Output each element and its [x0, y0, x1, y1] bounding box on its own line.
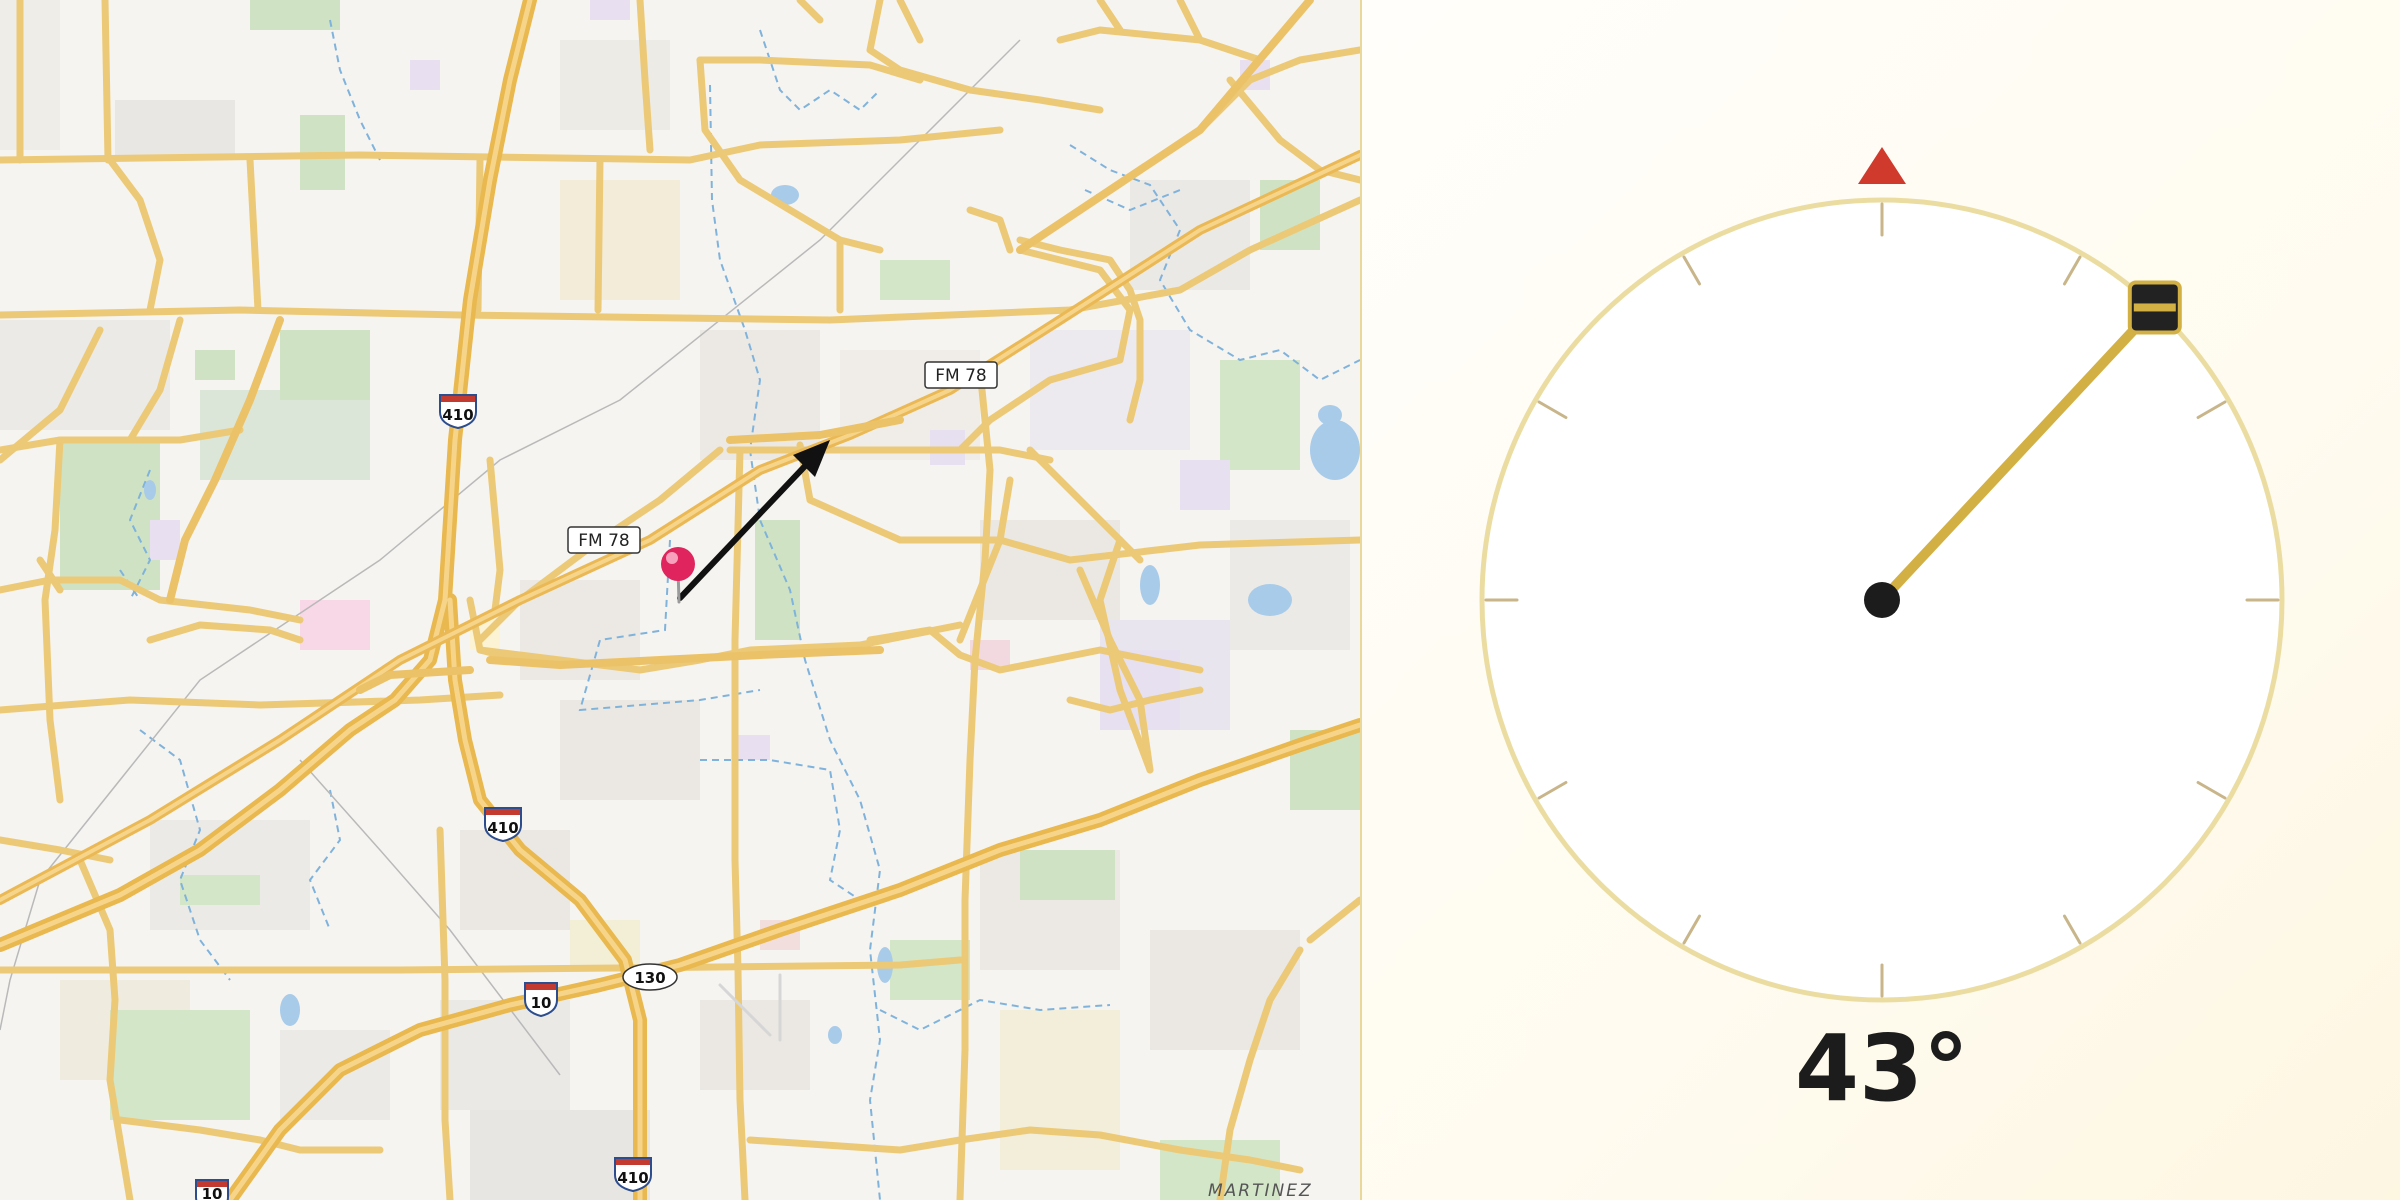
map-view[interactable]: FM 78 FM 78 410 410 10 10 410 130 MARTIN… [0, 0, 1360, 1200]
interstate-shield-410-north: 410 [439, 394, 477, 430]
compass-panel: 43° [1362, 0, 2400, 1200]
svg-text:130: 130 [634, 969, 665, 987]
svg-text:410: 410 [487, 819, 518, 837]
state-shield-130: 130 [622, 963, 678, 991]
interstate-shield-10-east: 10 [524, 982, 558, 1018]
road-label-fm78-east: FM 78 [924, 361, 998, 389]
svg-text:FM 78: FM 78 [935, 366, 986, 386]
compass-canvas: 43° [1479, 147, 2285, 1122]
interstate-shield-10-west: 10 [195, 1179, 229, 1200]
map-canvas[interactable]: FM 78 FM 78 410 410 10 10 410 130 MARTIN… [0, 0, 1360, 1200]
svg-text:FM 78: FM 78 [578, 531, 629, 551]
place-label-martinez: MARTINEZ [1208, 1181, 1313, 1200]
north-triangle-icon [1858, 147, 1906, 184]
compass-hub [1864, 582, 1900, 618]
interstate-shield-410-south: 410 [614, 1157, 652, 1193]
svg-text:410: 410 [442, 406, 473, 424]
road-label-fm78-west: FM 78 [567, 526, 641, 554]
interstate-shield-410-middle: 410 [484, 807, 522, 843]
heading-readout: 43° [1795, 1015, 1969, 1122]
svg-text:10: 10 [202, 1185, 223, 1200]
svg-text:410: 410 [617, 1169, 648, 1187]
needle-handle-icon[interactable] [2127, 280, 2182, 335]
svg-text:10: 10 [531, 994, 552, 1012]
